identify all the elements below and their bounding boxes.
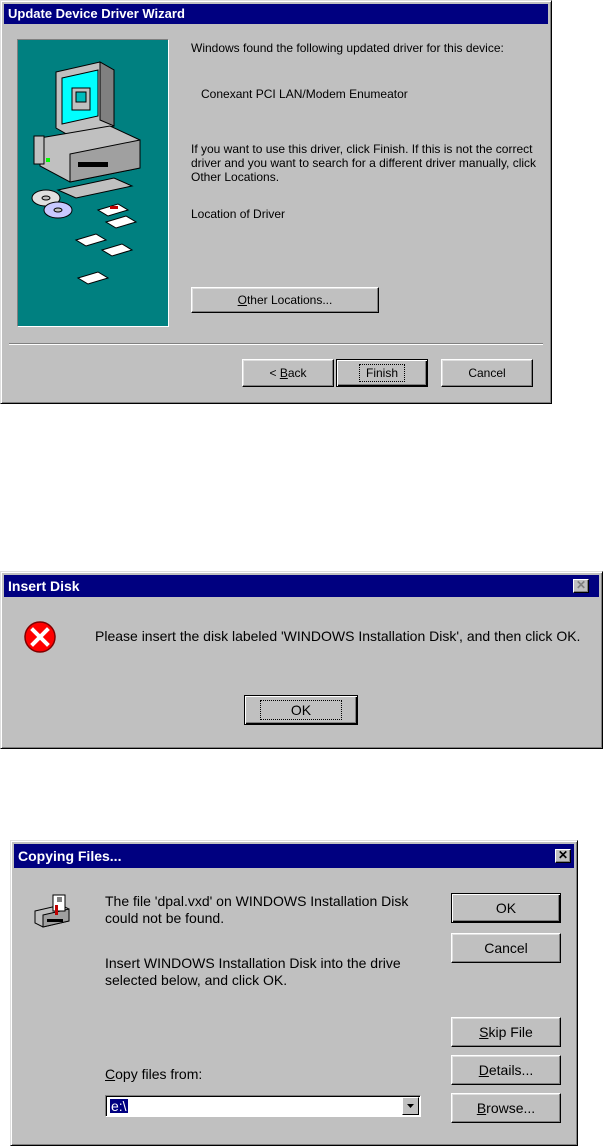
copying-close-button[interactable]: ✕ [555,849,571,863]
back-button[interactable]: < Back [242,359,334,387]
browse-label: Browse... [476,1100,536,1116]
copy-from-path-value[interactable]: e:\ [110,1099,128,1113]
driver-found-text: Windows found the following updated driv… [191,41,504,55]
back-label: < Back [269,366,307,380]
copying-files-title-text: Copying Files... [18,848,122,864]
instructions-text: If you want to use this driver, click Fi… [191,142,537,184]
skip-file-button[interactable]: Skip File [451,1017,561,1047]
insert-disk-title[interactable]: Insert Disk [4,575,599,597]
insert-disk-close-button[interactable]: ✕ [573,579,589,593]
copying-ok-button[interactable]: OK [451,893,561,923]
copying-cancel-button[interactable]: Cancel [451,933,561,963]
update-driver-wizard-window: Update Device Driver Wizard Windows foun… [0,0,552,404]
chevron-down-icon [407,1104,414,1108]
details-label: Details... [478,1062,534,1078]
location-label: Location of Driver [191,207,286,221]
copy-files-from-label: Copy files from: [105,1066,203,1082]
copying-files-window: Copying Files... ✕ The file 'dpal.vxd' o… [10,840,578,1146]
insert-disk-message: Please insert the disk labeled 'WINDOWS … [95,628,581,644]
wizard-cancel-button[interactable]: Cancel [441,359,533,387]
wizard-title[interactable]: Update Device Driver Wizard [4,4,548,24]
wizard-illustration-panel [17,39,169,327]
file-not-found-message: The file 'dpal.vxd' on WINDOWS Installat… [105,893,409,926]
insert-disk-instruction: Insert WINDOWS Installation Disk into th… [105,955,401,988]
skip-file-label: Skip File [479,1024,533,1040]
other-locations-button[interactable]: Other Locations... [191,287,379,313]
error-icon [24,621,56,653]
dropdown-arrow-button[interactable] [402,1097,419,1115]
insert-disk-window: Insert Disk ✕ Please insert the disk lab… [0,571,603,749]
insert-disk-title-text: Insert Disk [8,578,80,594]
wizard-cancel-label: Cancel [468,366,506,380]
copying-files-title[interactable]: Copying Files... [14,844,574,868]
copying-cancel-label: Cancel [484,940,528,956]
insert-disk-ok-label: OK [259,700,343,720]
wizard-separator [9,343,543,345]
copy-from-combobox[interactable]: e:\ [105,1095,421,1117]
insert-disk-ok-button[interactable]: OK [244,695,358,725]
finish-button[interactable]: Finish [336,359,428,387]
copying-ok-label: OK [495,900,517,916]
finish-label: Finish [358,364,405,382]
drive-icon [34,894,70,928]
details-button[interactable]: Details... [451,1055,561,1085]
other-locations-label: Other Locations... [237,293,333,307]
device-name-text: Conexant PCI LAN/Modem Enumeator [201,87,408,101]
computer-disks-illustration [31,61,141,285]
browse-button[interactable]: Browse... [451,1093,561,1123]
